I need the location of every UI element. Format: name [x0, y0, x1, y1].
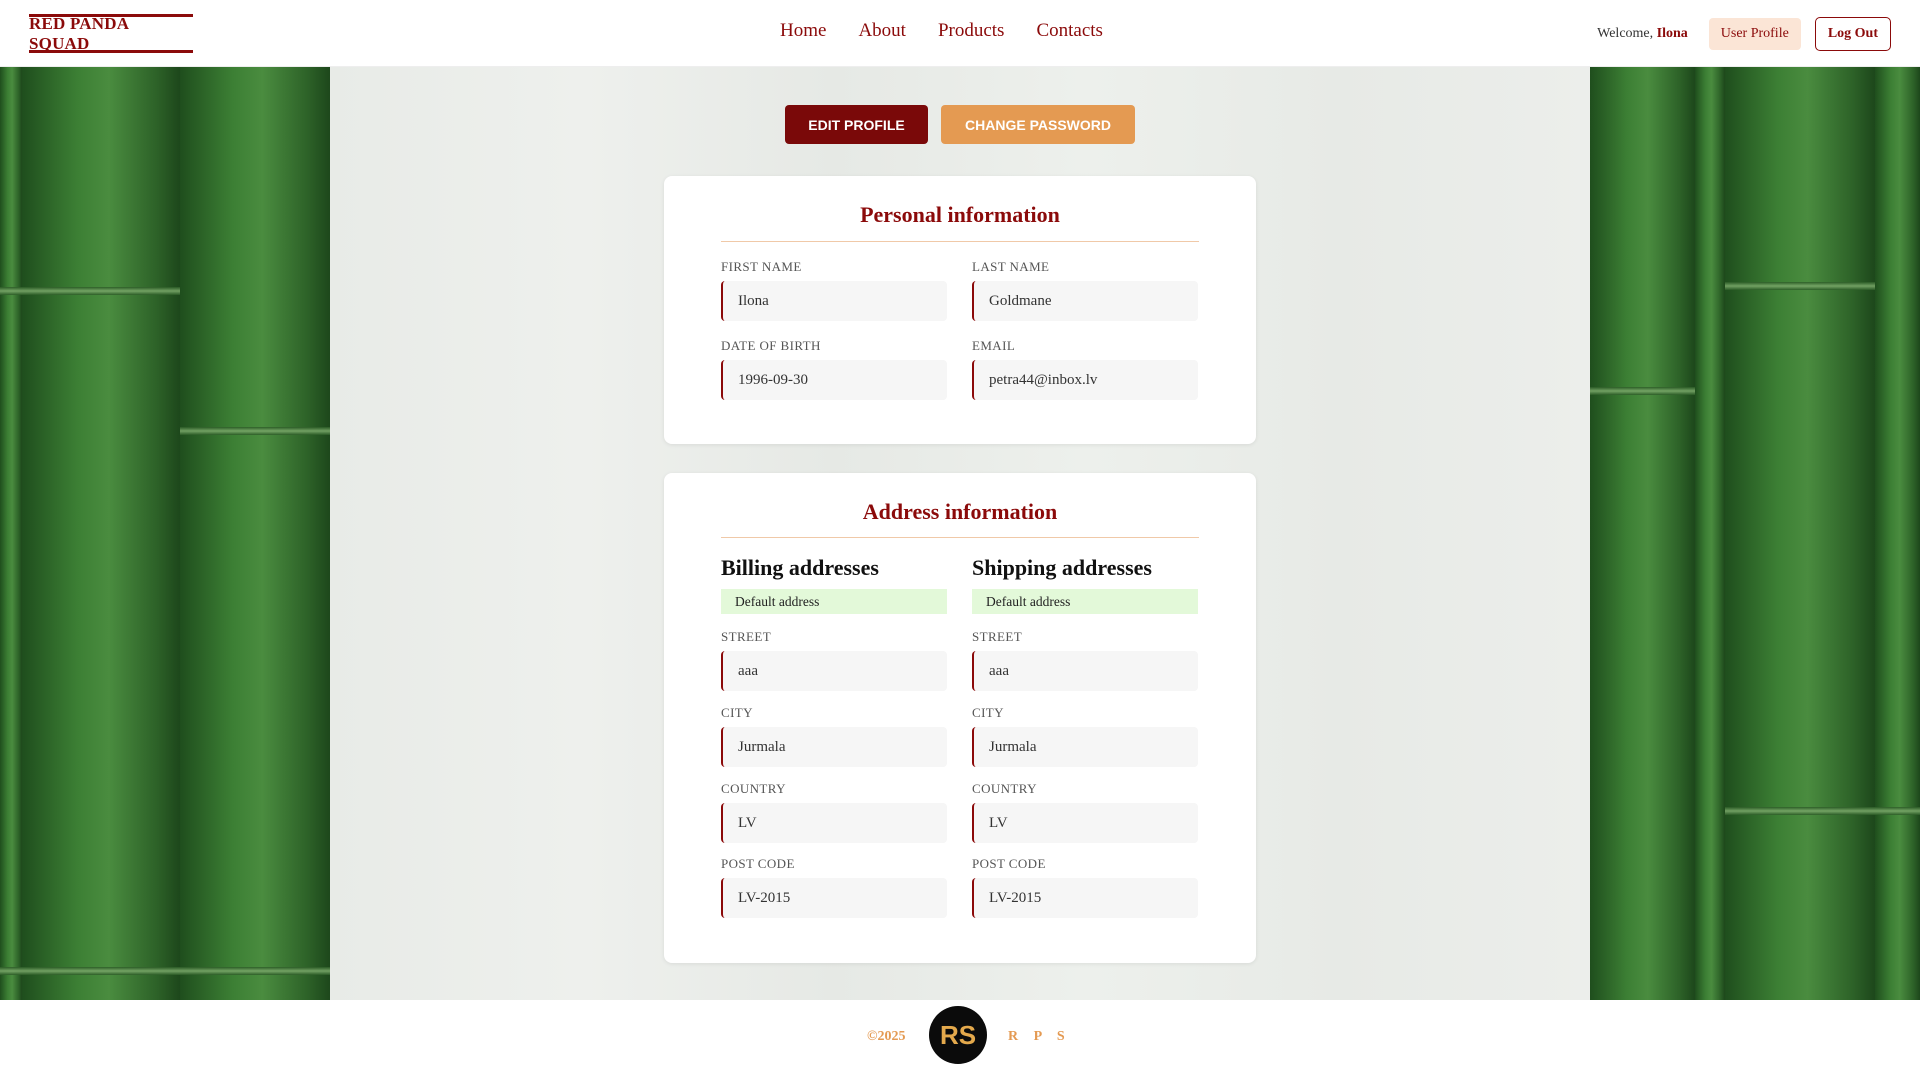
first-name-field[interactable]: Ilona: [721, 281, 947, 321]
main-nav: Home About Products Contacts: [780, 20, 1103, 42]
shipping-post-code-field[interactable]: LV-2015: [972, 878, 1198, 918]
bamboo-background-right: [1590, 67, 1920, 1000]
shipping-city-field[interactable]: Jurmala: [972, 727, 1198, 767]
last-name-field[interactable]: Goldmane: [972, 281, 1198, 321]
first-name-label: FIRST NAME: [721, 259, 802, 274]
nav-contacts-link[interactable]: Contacts: [1036, 20, 1103, 42]
page-footer: ©2025 RS R P S: [0, 1000, 1920, 1072]
welcome-text: Welcome, Ilona: [1597, 26, 1688, 41]
nav-products-link[interactable]: Products: [938, 20, 1005, 42]
dob-field[interactable]: 1996-09-30: [721, 360, 947, 400]
rps-text: R P S: [1008, 1029, 1071, 1044]
logout-button[interactable]: Log Out: [1814, 17, 1891, 51]
email-label: EMAIL: [972, 338, 1016, 353]
shipping-country-label: COUNTRY: [972, 781, 1037, 796]
edit-profile-button[interactable]: EDIT PROFILE: [785, 105, 928, 144]
shipping-city-label: CITY: [972, 705, 1004, 720]
shipping-street-field[interactable]: aaa: [972, 651, 1198, 691]
last-name-label: LAST NAME: [972, 259, 1050, 274]
address-info-card: Address information Billing addresses De…: [664, 473, 1256, 963]
personal-info-title: Personal information: [860, 202, 1060, 227]
user-profile-button[interactable]: User Profile: [1708, 18, 1801, 50]
billing-city-label: CITY: [721, 705, 753, 720]
personal-info-card: Personal information FIRST NAME Ilona LA…: [664, 176, 1256, 444]
billing-post-code-label: POST CODE: [721, 856, 795, 871]
nav-home-link[interactable]: Home: [780, 20, 826, 42]
billing-country-field[interactable]: LV: [721, 803, 947, 843]
dob-label: DATE OF BIRTH: [721, 338, 821, 353]
divider: [721, 537, 1199, 538]
brand-logo[interactable]: RED PANDA SQUAD: [29, 14, 193, 53]
shipping-default-badge: Default address: [972, 589, 1198, 614]
bamboo-background-left: [0, 67, 330, 1000]
user-area: Welcome, Ilona User Profile Log Out: [1597, 17, 1891, 51]
shipping-addresses-title: Shipping addresses: [972, 555, 1152, 580]
shipping-post-code-label: POST CODE: [972, 856, 1046, 871]
shipping-street-label: STREET: [972, 629, 1023, 644]
rs-school-logo[interactable]: RS: [929, 1006, 987, 1064]
billing-street-label: STREET: [721, 629, 772, 644]
billing-default-badge: Default address: [721, 589, 947, 614]
billing-country-label: COUNTRY: [721, 781, 786, 796]
user-name: Ilona: [1656, 26, 1688, 41]
nav-about-link[interactable]: About: [858, 20, 906, 42]
billing-city-field[interactable]: Jurmala: [721, 727, 947, 767]
billing-street-field[interactable]: aaa: [721, 651, 947, 691]
shipping-country-field[interactable]: LV: [972, 803, 1198, 843]
change-password-button[interactable]: CHANGE PASSWORD: [941, 105, 1135, 144]
main-content: EDIT PROFILE CHANGE PASSWORD Personal in…: [0, 67, 1920, 1000]
email-field[interactable]: petra44@inbox.lv: [972, 360, 1198, 400]
billing-post-code-field[interactable]: LV-2015: [721, 878, 947, 918]
address-info-title: Address information: [862, 499, 1058, 524]
divider: [721, 241, 1199, 242]
top-header: RED PANDA SQUAD Home About Products Cont…: [0, 0, 1920, 67]
copyright-text: ©2025: [867, 1029, 906, 1044]
profile-actions: EDIT PROFILE CHANGE PASSWORD: [785, 105, 1135, 144]
billing-addresses-title: Billing addresses: [721, 555, 879, 580]
